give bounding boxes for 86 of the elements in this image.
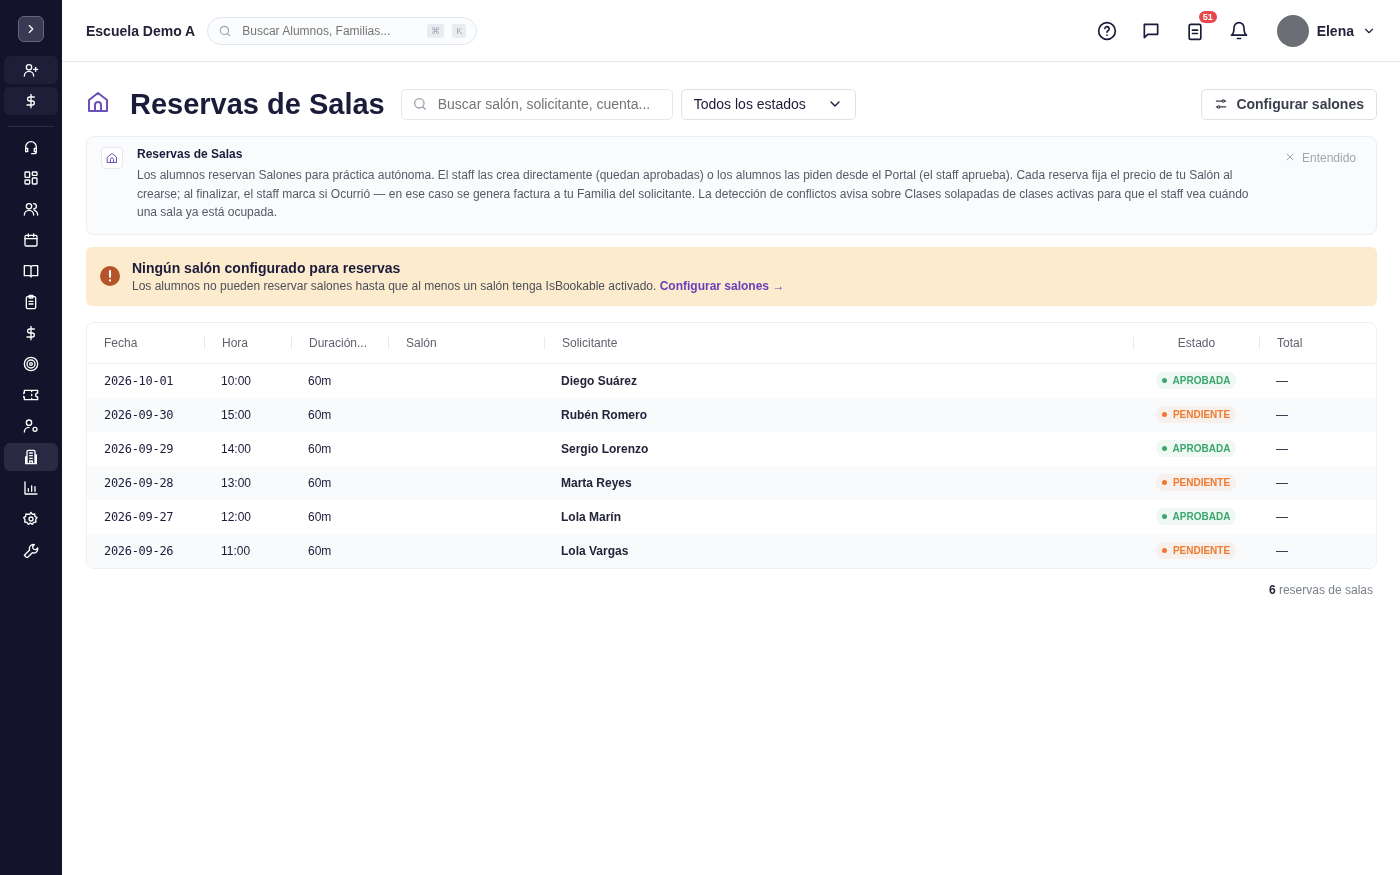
time-cell-text: 15:00 — [220, 407, 253, 422]
duration-cell-text: 60m — [307, 475, 333, 490]
date-cell-text: 2026-10-01 — [103, 373, 175, 388]
user-gear-icon — [23, 418, 39, 434]
time-cell-text: 12:00 — [220, 509, 253, 524]
building-icon — [23, 449, 39, 465]
status-badge: APROBADA — [1155, 440, 1237, 457]
warning-title: Ningún salón configurado para reservas — [132, 259, 402, 276]
requester-cell-text: Marta Reyes — [560, 475, 633, 490]
duration-cell-text: 60m — [307, 407, 333, 422]
column-header[interactable]: Estado — [1133, 336, 1259, 349]
avatar — [1276, 14, 1309, 47]
status-badge: PENDIENTE — [1155, 542, 1237, 559]
time-cell-text: 14:00 — [220, 441, 253, 456]
date-cell-text: 2026-09-27 — [103, 509, 175, 524]
duration-cell-text: 60m — [307, 373, 333, 388]
bar-chart-icon — [23, 480, 39, 496]
clipboard-icon — [23, 294, 39, 310]
search-icon — [218, 23, 233, 38]
total-cell-text: — — [1275, 509, 1289, 524]
duration-cell-text: 60m — [307, 509, 333, 524]
wrench-icon — [23, 542, 39, 558]
time-cell-text: 13:00 — [220, 475, 253, 490]
date-cell-text: 2026-09-30 — [103, 407, 175, 422]
warning-icon — [100, 266, 120, 286]
global-search-field[interactable]: Buscar Alumnos, Familias... — [240, 22, 420, 39]
search-icon — [411, 96, 428, 112]
sidebar-item[interactable] — [4, 443, 58, 471]
requester-cell-text: Rubén Romero — [560, 407, 648, 422]
requester-cell-text: Lola Marín — [560, 509, 622, 524]
users-icon — [23, 201, 39, 217]
settings-icon — [23, 511, 39, 527]
status-badge: APROBADA — [1155, 508, 1237, 525]
book-icon — [23, 263, 39, 279]
requester-cell-text: Sergio Lorenzo — [560, 441, 650, 456]
status-filter-dropdown[interactable]: Todos los estados — [680, 88, 856, 120]
results-count: 6 reservas de salas — [1267, 582, 1374, 597]
user-menu[interactable]: Elena — [1276, 14, 1376, 47]
column-header[interactable]: Total — [1259, 336, 1376, 349]
search-bar[interactable]: Buscar salón, solicitante, cuenta... — [400, 88, 673, 120]
duration-cell-text: 60m — [307, 441, 333, 456]
date-cell-text: 2026-09-28 — [103, 475, 175, 490]
info-title: Reservas de Salas — [137, 147, 244, 161]
page-title: Reservas de Salas — [130, 87, 385, 121]
ticket-icon — [23, 387, 39, 403]
duration-cell-text: 60m — [307, 543, 333, 558]
total-cell-text: — — [1275, 441, 1289, 456]
column-header[interactable]: Fecha — [87, 336, 204, 349]
school-name: Escuela Demo A — [86, 22, 196, 39]
column-header[interactable]: Duración... — [291, 336, 388, 349]
shortcut-key: ⌘ — [427, 23, 445, 38]
total-cell-text: — — [1275, 407, 1289, 422]
time-cell-text: 11:00 — [220, 543, 252, 558]
sidebar-item[interactable] — [4, 87, 58, 115]
sidebar-toggle-button[interactable] — [18, 16, 44, 42]
column-header[interactable]: Salón — [388, 336, 544, 349]
date-cell-text: 2026-09-26 — [103, 543, 175, 558]
total-cell-text: — — [1275, 373, 1289, 388]
bell-icon — [1228, 20, 1249, 41]
home-icon — [106, 152, 118, 164]
user-plus-icon — [23, 62, 39, 78]
sidebar-item[interactable] — [4, 56, 58, 84]
column-header[interactable]: Hora — [204, 336, 291, 349]
configure-rooms-button[interactable]: Configurar salones — [1201, 88, 1377, 120]
sliders-icon — [1214, 97, 1229, 111]
total-cell-text: — — [1275, 543, 1289, 558]
target-icon — [23, 356, 39, 372]
notification-badge: 51 — [1198, 10, 1217, 23]
shortcut-key: K — [452, 23, 467, 38]
requester-cell-text: Lola Vargas — [560, 543, 630, 558]
dashboard-icon — [23, 170, 39, 186]
calendar-icon — [23, 232, 39, 248]
home-icon — [86, 90, 110, 114]
total-cell-text: — — [1275, 475, 1289, 490]
date-cell-text: 2026-09-29 — [103, 441, 175, 456]
headset-icon — [23, 139, 39, 155]
column-header[interactable]: Solicitante — [544, 336, 1133, 349]
requester-cell-text: Diego Suárez — [560, 373, 639, 388]
help-icon — [1096, 20, 1117, 41]
status-badge: APROBADA — [1155, 372, 1237, 389]
status-badge: PENDIENTE — [1155, 406, 1237, 423]
info-text: Los alumnos reservan Salones para práctica autónoma. El staff las crea directamente (quedan aprobadas) o los alumnos las piden desde el Portal (el staff aprueba). Cada reserva fija el precio de tu Salón al crearse; al finalizar, el staff marca si Ocurrió — en ese caso se genera factura a tu Familia del solicitante. La detección de conflictos avisa sobre Clases solapadas de clases activas para que el staff vea cuándo una sala ya está ocupada. — [137, 167, 1250, 221]
time-cell-text: 10:00 — [220, 373, 253, 388]
configure-rooms-link[interactable]: Configurar salones → — [659, 278, 785, 293]
warning-text: Los alumnos no pueden reservar salones hasta que al menos un salón tenga IsBookable activado. Configurar salones → — [132, 278, 785, 293]
status-badge: PENDIENTE — [1155, 474, 1237, 491]
